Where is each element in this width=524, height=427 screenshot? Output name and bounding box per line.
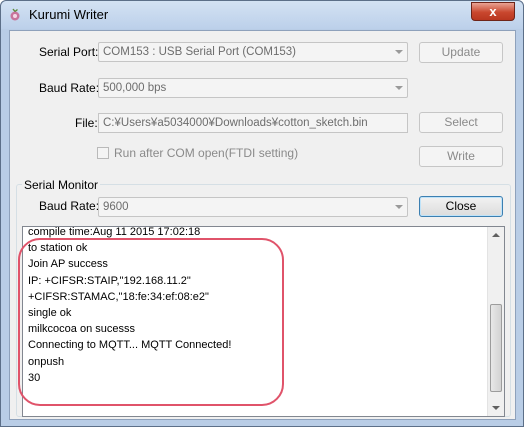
serial-monitor-title: Serial Monitor xyxy=(22,178,101,192)
log-line: compile time:Aug 11 2015 17:02:18 xyxy=(28,226,201,238)
log-line: to station ok xyxy=(28,242,88,255)
log-line: onpush xyxy=(28,355,65,368)
kurumi-app-icon xyxy=(10,8,20,21)
monitor-baud-rate-select[interactable]: 9600 xyxy=(98,197,408,217)
scroll-down-icon[interactable] xyxy=(492,406,500,410)
serial-port-value: COM153 : USB Serial Port (COM153) xyxy=(103,46,297,58)
log-line: +CIFSR:STAMAC,"18:fe:34:ef:08:e2" xyxy=(28,290,209,303)
monitor-baud-rate-value: 9600 xyxy=(103,201,129,213)
chevron-down-icon xyxy=(395,50,403,54)
chevron-down-icon xyxy=(395,205,403,209)
serial-monitor-output[interactable]: compile time:Aug 11 2015 17:02:18 to sta… xyxy=(22,226,505,417)
client-area: Serial Port: COM153 : USB Serial Port (C… xyxy=(9,30,516,420)
run-after-checkbox[interactable] xyxy=(97,147,109,159)
close-icon: x xyxy=(489,4,497,19)
scroll-up-icon[interactable] xyxy=(492,233,500,237)
chevron-down-icon xyxy=(395,86,403,90)
run-after-label: Run after COM open(FTDI setting) xyxy=(114,146,299,160)
file-path-field[interactable]: C:¥Users¥a5034000¥Downloads¥cotton_sketc… xyxy=(98,113,408,133)
window-title: Kurumi Writer xyxy=(29,7,109,22)
monitor-log: compile time:Aug 11 2015 17:02:18 to sta… xyxy=(28,226,232,386)
select-button[interactable]: Select xyxy=(419,112,503,133)
log-line: Connecting to MQTT... MQTT Connected! xyxy=(28,339,232,352)
close-button[interactable]: Close xyxy=(419,196,503,217)
log-line: milkcocoa on sucesss xyxy=(28,323,135,336)
log-line: Join AP success xyxy=(28,258,108,271)
file-label: File: xyxy=(75,116,98,130)
log-line: single ok xyxy=(28,306,72,319)
title-bar[interactable]: Kurumi Writer x xyxy=(1,1,523,29)
vertical-scrollbar[interactable] xyxy=(487,227,504,416)
log-line: IP: +CIFSR:STAIP,"192.168.11.2" xyxy=(28,274,191,287)
baud-rate-value: 500,000 bps xyxy=(103,82,167,94)
window-close-button[interactable]: x xyxy=(471,2,515,21)
log-line: 30 xyxy=(28,371,41,384)
serial-port-select[interactable]: COM153 : USB Serial Port (COM153) xyxy=(98,42,408,62)
app-window: Kurumi Writer x Serial Port: COM153 : US… xyxy=(0,0,524,427)
baud-rate-label: Baud Rate: xyxy=(39,81,100,95)
update-button[interactable]: Update xyxy=(419,42,503,63)
baud-rate-select[interactable]: 500,000 bps xyxy=(98,78,408,98)
scrollbar-thumb[interactable] xyxy=(490,304,502,392)
monitor-baud-rate-label: Baud Rate: xyxy=(39,199,100,213)
serial-port-label: Serial Port: xyxy=(39,45,99,59)
write-button[interactable]: Write xyxy=(419,146,503,167)
